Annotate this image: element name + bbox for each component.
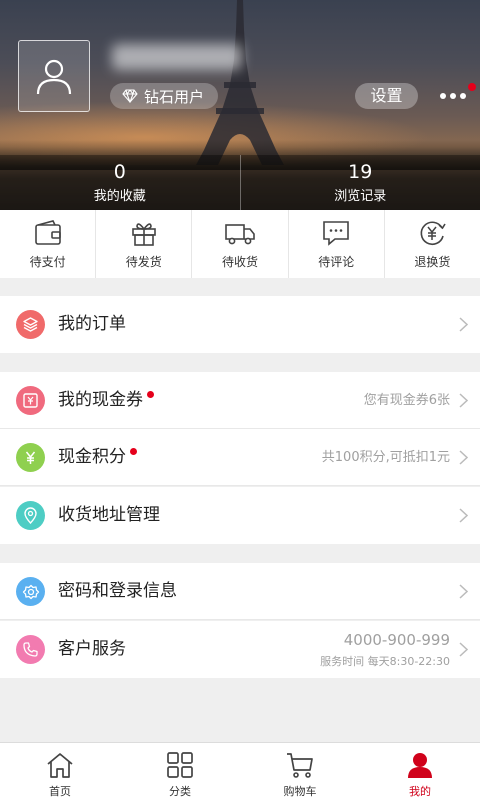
order-status-label: 待评论 bbox=[318, 253, 354, 270]
tab-label: 分类 bbox=[169, 783, 191, 799]
order-pending-review[interactable]: 待评论 bbox=[288, 210, 384, 278]
chevron-right-icon bbox=[459, 393, 468, 408]
cash-coupon-label: 我的现金券 bbox=[58, 372, 154, 429]
layers-icon bbox=[16, 310, 45, 339]
my-orders-row[interactable]: 我的订单 bbox=[0, 296, 480, 353]
gift-icon bbox=[129, 219, 159, 247]
address-row[interactable]: 收货地址管理 bbox=[0, 487, 480, 544]
username-blurred bbox=[112, 44, 242, 70]
new-badge-dot bbox=[130, 448, 137, 455]
password-row[interactable]: 密码和登录信息 bbox=[0, 563, 480, 620]
cart-icon bbox=[285, 751, 315, 779]
customer-service-row[interactable]: 客户服务 4000-900-999 服务时间 每天8:30-22:30 bbox=[0, 621, 480, 678]
membership-badge: 钻石用户 bbox=[110, 83, 218, 109]
wallet-icon bbox=[33, 219, 63, 247]
stat-value: 0 bbox=[0, 161, 240, 183]
cash-coupon-text: 我的现金券 bbox=[58, 390, 143, 410]
home-icon bbox=[45, 751, 75, 779]
stat-history[interactable]: 19 浏览记录 bbox=[240, 155, 480, 210]
stat-value: 19 bbox=[241, 161, 480, 183]
settings-button[interactable]: 设置 bbox=[355, 83, 418, 109]
order-status-bar: 待支付 待发货 待收货 待评论 退换货 bbox=[0, 210, 480, 278]
tab-label: 首页 bbox=[49, 783, 71, 799]
new-badge-dot bbox=[147, 391, 154, 398]
chevron-right-icon bbox=[459, 508, 468, 523]
order-status-label: 待支付 bbox=[30, 253, 66, 270]
cash-points-row[interactable]: 现金积分 共100积分,可抵扣1元 bbox=[0, 429, 480, 486]
cash-points-hint: 共100积分,可抵扣1元 bbox=[322, 429, 450, 486]
address-label: 收货地址管理 bbox=[58, 487, 160, 544]
order-returns[interactable]: 退换货 bbox=[384, 210, 480, 278]
service-info: 4000-900-999 服务时间 每天8:30-22:30 bbox=[320, 631, 450, 669]
chevron-right-icon bbox=[459, 317, 468, 332]
tab-home[interactable]: 首页 bbox=[0, 743, 120, 801]
gear-icon bbox=[16, 577, 45, 606]
chevron-right-icon bbox=[459, 450, 468, 465]
password-label: 密码和登录信息 bbox=[58, 563, 177, 620]
avatar[interactable] bbox=[18, 40, 90, 112]
stats-bar: 0 我的收藏 19 浏览记录 bbox=[0, 155, 480, 210]
more-button[interactable] bbox=[440, 86, 474, 106]
coupon-icon bbox=[16, 386, 45, 415]
diamond-icon bbox=[122, 89, 138, 103]
tab-mine[interactable]: 我的 bbox=[360, 743, 480, 801]
tab-category[interactable]: 分类 bbox=[120, 743, 240, 801]
service-hours: 服务时间 每天8:30-22:30 bbox=[320, 653, 450, 669]
cash-coupon-row[interactable]: 我的现金券 您有现金券6张 bbox=[0, 372, 480, 429]
stat-label: 浏览记录 bbox=[241, 185, 480, 204]
tab-label: 我的 bbox=[409, 783, 431, 799]
chevron-right-icon bbox=[459, 642, 468, 657]
grid-icon bbox=[165, 751, 195, 779]
profile-header: 钻石用户 设置 0 我的收藏 19 浏览记录 bbox=[0, 0, 480, 210]
yen-refund-icon bbox=[417, 219, 447, 247]
more-dot-icon bbox=[450, 93, 456, 99]
stat-label: 我的收藏 bbox=[0, 185, 240, 204]
order-pending-receipt[interactable]: 待收货 bbox=[191, 210, 287, 278]
service-phone[interactable]: 4000-900-999 bbox=[320, 631, 450, 649]
tab-cart[interactable]: 购物车 bbox=[240, 743, 360, 801]
truck-icon bbox=[225, 219, 255, 247]
cash-coupon-hint: 您有现金券6张 bbox=[364, 372, 450, 429]
cash-points-text: 现金积分 bbox=[58, 447, 126, 467]
comment-icon bbox=[321, 219, 351, 247]
bottom-tab-bar: 首页 分类 购物车 我的 bbox=[0, 742, 480, 801]
more-dot-icon bbox=[460, 93, 466, 99]
more-dot-icon bbox=[440, 93, 446, 99]
divider bbox=[0, 485, 480, 486]
stat-favorites[interactable]: 0 我的收藏 bbox=[0, 155, 240, 210]
customer-service-label: 客户服务 bbox=[58, 621, 126, 678]
membership-label: 钻石用户 bbox=[144, 86, 204, 107]
order-status-label: 待收货 bbox=[222, 253, 258, 270]
my-orders-label: 我的订单 bbox=[58, 296, 126, 353]
divider bbox=[0, 619, 480, 620]
notification-dot bbox=[468, 83, 476, 91]
user-placeholder-icon bbox=[34, 56, 74, 96]
order-pending-payment[interactable]: 待支付 bbox=[0, 210, 95, 278]
tab-label: 购物车 bbox=[284, 783, 317, 799]
order-pending-shipment[interactable]: 待发货 bbox=[95, 210, 191, 278]
phone-icon bbox=[16, 635, 45, 664]
user-icon bbox=[405, 751, 435, 779]
yen-icon bbox=[16, 443, 45, 472]
order-status-label: 退换货 bbox=[414, 253, 450, 270]
cash-points-label: 现金积分 bbox=[58, 429, 137, 486]
chevron-right-icon bbox=[459, 584, 468, 599]
order-status-label: 待发货 bbox=[126, 253, 162, 270]
location-icon bbox=[16, 501, 45, 530]
